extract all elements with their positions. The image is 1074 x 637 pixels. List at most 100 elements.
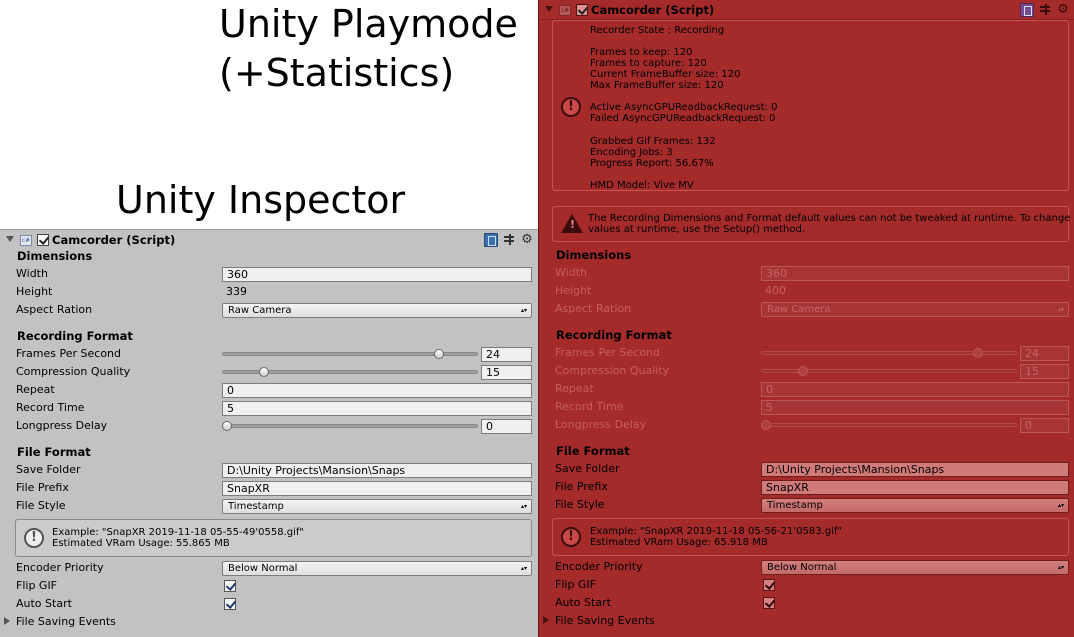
height-label: Height — [555, 284, 592, 297]
longpress-slider-track[interactable] — [222, 424, 478, 428]
example-filename: Example: "SnapXR 2019-11-18 05-55-49'055… — [52, 527, 304, 538]
auto-start-label: Auto Start — [555, 596, 611, 609]
file-style-label: File Style — [555, 498, 605, 511]
record-time-field: 5 — [761, 400, 1069, 415]
longpress-field: 0 — [1020, 418, 1069, 433]
fps-slider-thumb[interactable] — [433, 349, 444, 359]
auto-start-checkbox[interactable] — [763, 597, 775, 609]
component-header[interactable]: c# Camcorder (Script) ⚙ — [539, 0, 1074, 20]
chevron-right-icon[interactable] — [4, 617, 10, 625]
failed-async-requests: Failed AsyncGPUReadbackRequest: 0 — [590, 113, 776, 124]
width-label: Width — [16, 267, 48, 280]
aspect-label: Aspect Ration — [16, 303, 93, 316]
info-icon: ! — [561, 97, 581, 117]
dropdown-arrow-icon: ▴▾ — [520, 307, 527, 314]
component-enabled-checkbox[interactable] — [576, 4, 588, 16]
section-file-format: File Format — [556, 444, 630, 458]
gear-icon[interactable]: ⚙ — [520, 233, 534, 247]
grabbed-gif-frames: Grabbed Gif Frames: 132 — [590, 136, 716, 147]
book-icon[interactable] — [484, 233, 498, 247]
file-prefix-field[interactable]: SnapXR — [222, 481, 532, 496]
sliders-icon[interactable] — [502, 233, 516, 247]
runtime-warning-helpbox: The Recording Dimensions and Format defa… — [552, 206, 1071, 242]
section-recording-format: Recording Format — [17, 329, 133, 343]
dropdown-arrow-icon: ▴▾ — [1057, 502, 1064, 509]
statistics-helpbox: ! Recorder State : Recording Frames to k… — [552, 20, 1069, 191]
header-icons: ⚙ — [484, 233, 534, 247]
chevron-down-icon[interactable] — [6, 236, 14, 242]
frames-to-keep: Frames to keep: 120 — [590, 47, 693, 58]
header-icons: ⚙ — [1020, 3, 1070, 17]
file-style-value: Timestamp — [767, 500, 823, 511]
file-style-dropdown[interactable]: Timestamp ▴▾ — [761, 498, 1069, 513]
chevron-down-icon[interactable] — [545, 6, 553, 12]
frames-to-capture: Frames to capture: 120 — [590, 58, 707, 69]
chevron-right-icon[interactable] — [543, 616, 549, 624]
book-icon[interactable] — [1020, 3, 1034, 17]
fps-field[interactable]: 24 — [481, 347, 532, 362]
warning-line1: The Recording Dimensions and Format defa… — [588, 213, 1071, 224]
save-folder-label: Save Folder — [555, 462, 620, 475]
sliders-icon[interactable] — [1038, 3, 1052, 17]
encoder-priority-dropdown[interactable]: Below Normal ▴▾ — [222, 561, 532, 576]
file-saving-events-foldout[interactable]: File Saving Events — [16, 613, 116, 631]
file-saving-events-foldout[interactable]: File Saving Events — [555, 612, 655, 630]
compression-slider-thumb — [797, 366, 808, 376]
active-async-requests: Active AsyncGPUReadbackRequest: 0 — [590, 102, 778, 113]
file-style-label: File Style — [16, 499, 66, 512]
encoder-priority-label: Encoder Priority — [555, 560, 643, 573]
height-label: Height — [16, 285, 53, 298]
example-filename: Example: "SnapXR 2019-11-18 05-56-21'058… — [590, 526, 842, 537]
aspect-dropdown[interactable]: Raw Camera ▴▾ — [222, 303, 532, 318]
flip-gif-checkbox[interactable] — [224, 580, 236, 592]
component-enabled-checkbox[interactable] — [37, 234, 49, 246]
width-label: Width — [555, 266, 587, 279]
playmode-caption: Unity Playmode (+Statistics) — [219, 0, 518, 99]
file-prefix-label: File Prefix — [16, 481, 69, 494]
save-folder-field[interactable]: D:\Unity Projects\Mansion\Snaps — [761, 462, 1069, 477]
longpress-field[interactable]: 0 — [481, 419, 532, 434]
file-style-dropdown[interactable]: Timestamp ▴▾ — [222, 499, 532, 514]
longpress-slider-thumb — [761, 420, 771, 430]
save-folder-field[interactable]: D:\Unity Projects\Mansion\Snaps — [222, 463, 532, 478]
vram-usage: Estimated VRam Usage: 55.865 MB — [52, 538, 230, 549]
encoder-priority-dropdown[interactable]: Below Normal ▴▾ — [761, 560, 1069, 575]
gear-icon[interactable]: ⚙ — [1056, 3, 1070, 17]
section-file-format: File Format — [17, 445, 91, 459]
auto-start-checkbox[interactable] — [224, 598, 236, 610]
fps-field: 24 — [1020, 346, 1069, 361]
width-field[interactable]: 360 — [222, 267, 532, 282]
longpress-label: Longpress Delay — [555, 418, 647, 431]
info-icon: ! — [561, 527, 581, 547]
flip-gif-checkbox[interactable] — [763, 579, 775, 591]
fps-slider-thumb — [972, 348, 983, 358]
max-framebuffer: Max FrameBuffer size: 120 — [590, 80, 724, 91]
dropdown-arrow-icon: ▴▾ — [520, 503, 527, 510]
longpress-slider-thumb[interactable] — [222, 421, 232, 431]
section-dimensions: Dimensions — [556, 248, 632, 262]
encoding-jobs: Encoding Jobs: 3 — [590, 147, 673, 158]
compression-field[interactable]: 15 — [481, 365, 532, 380]
component-title: Camcorder (Script) — [591, 3, 715, 17]
warning-line2: values at runtime, use the Setup() metho… — [588, 224, 806, 235]
flip-gif-label: Flip GIF — [16, 579, 58, 592]
file-prefix-field[interactable]: SnapXR — [761, 480, 1069, 495]
warning-icon — [561, 214, 583, 233]
script-icon: c# — [20, 235, 32, 246]
repeat-field[interactable]: 0 — [222, 383, 532, 398]
compression-slider-thumb[interactable] — [258, 367, 269, 377]
fps-label: Frames Per Second — [16, 347, 122, 360]
vram-usage: Estimated VRam Usage: 65.918 MB — [590, 537, 768, 548]
progress-report: Progress Report: 56.67% — [590, 158, 714, 169]
dropdown-arrow-icon: ▴▾ — [1057, 306, 1064, 313]
current-framebuffer: Current FrameBuffer size: 120 — [590, 69, 741, 80]
longpress-label: Longpress Delay — [16, 419, 108, 432]
compression-field: 15 — [1020, 364, 1069, 379]
flip-gif-label: Flip GIF — [555, 578, 597, 591]
aspect-label: Aspect Ration — [555, 302, 632, 315]
aspect-value: Raw Camera — [767, 304, 831, 315]
record-time-field[interactable]: 5 — [222, 401, 532, 416]
inspector-caption: Unity Inspector — [116, 178, 406, 222]
encoder-priority-value: Below Normal — [228, 563, 298, 574]
fps-label: Frames Per Second — [555, 346, 661, 359]
